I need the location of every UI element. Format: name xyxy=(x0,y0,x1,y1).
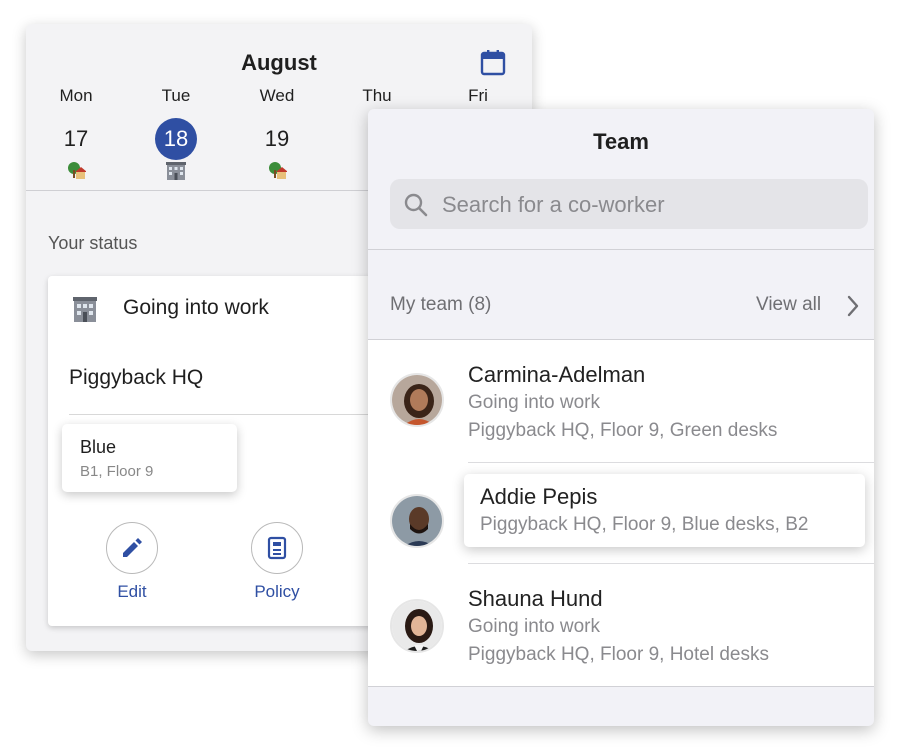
avatar xyxy=(390,494,444,548)
search-input[interactable]: Search for a co-worker xyxy=(442,192,665,218)
your-status-label: Your status xyxy=(48,233,138,253)
desk-popup[interactable]: Blue B1, Floor 9 xyxy=(62,424,237,492)
month-title: August xyxy=(241,50,317,75)
day-name: Wed xyxy=(259,86,295,105)
divider xyxy=(368,249,874,250)
member-location: Piggyback HQ, Floor 9, Green desks xyxy=(468,420,778,441)
chevron-right-icon[interactable] xyxy=(846,295,860,317)
edit-button[interactable]: Edit xyxy=(92,522,172,602)
view-all-link[interactable]: View all xyxy=(756,294,821,316)
edit-label: Edit xyxy=(117,582,147,601)
policy-label: Policy xyxy=(254,582,300,601)
pencil-icon xyxy=(123,538,142,557)
day-wed[interactable]: Wed 19 xyxy=(247,86,307,182)
day-mon[interactable]: Mon 17 xyxy=(46,86,106,182)
day-fri[interactable]: Fri xyxy=(448,86,508,106)
avatar xyxy=(390,599,444,653)
member-name: Carmina-Adelman xyxy=(468,362,646,387)
member-status: Going into work xyxy=(468,616,601,637)
calendar-icon[interactable] xyxy=(480,50,506,76)
member-location: Piggyback HQ, Floor 9, Hotel desks xyxy=(468,644,769,665)
day-name: Tue xyxy=(161,86,191,105)
desk-name: Blue xyxy=(80,437,117,457)
day-number-selected: 18 xyxy=(155,118,197,160)
day-number: 19 xyxy=(264,126,290,151)
team-title: Team xyxy=(593,129,649,154)
policy-button[interactable]: Policy xyxy=(237,522,317,602)
divider xyxy=(468,462,874,463)
day-name: Thu xyxy=(362,86,392,105)
member-popup[interactable]: Addie Pepis Piggyback HQ, Floor 9, Blue … xyxy=(464,474,865,547)
home-icon xyxy=(46,162,106,182)
edit-button-circle[interactable] xyxy=(106,522,158,574)
desk-detail: B1, Floor 9 xyxy=(80,463,154,480)
day-tue[interactable]: Tue 18 xyxy=(146,86,206,182)
office-building-icon xyxy=(73,297,97,322)
home-icon xyxy=(247,162,307,182)
policy-button-circle[interactable] xyxy=(251,522,303,574)
search-icon xyxy=(404,193,428,217)
member-name: Addie Pepis xyxy=(480,484,598,509)
office-building-icon xyxy=(146,162,206,182)
day-number: 17 xyxy=(63,126,89,151)
divider xyxy=(468,563,874,564)
member-status: Going into work xyxy=(468,392,601,413)
avatar xyxy=(390,373,444,427)
divider xyxy=(368,686,874,687)
member-name: Shauna Hund xyxy=(468,586,603,611)
team-card: Team Search for a co-worker My team (8) … xyxy=(368,109,874,726)
search-bar[interactable]: Search for a co-worker xyxy=(390,179,868,229)
my-team-label: My team (8) xyxy=(390,294,492,315)
member-location: Piggyback HQ, Floor 9, Blue desks, B2 xyxy=(480,514,809,535)
day-name: Fri xyxy=(468,86,488,105)
status-place: Piggyback HQ xyxy=(69,366,204,389)
day-name: Mon xyxy=(59,86,93,105)
document-icon xyxy=(267,536,287,560)
status-title: Going into work xyxy=(123,296,269,319)
